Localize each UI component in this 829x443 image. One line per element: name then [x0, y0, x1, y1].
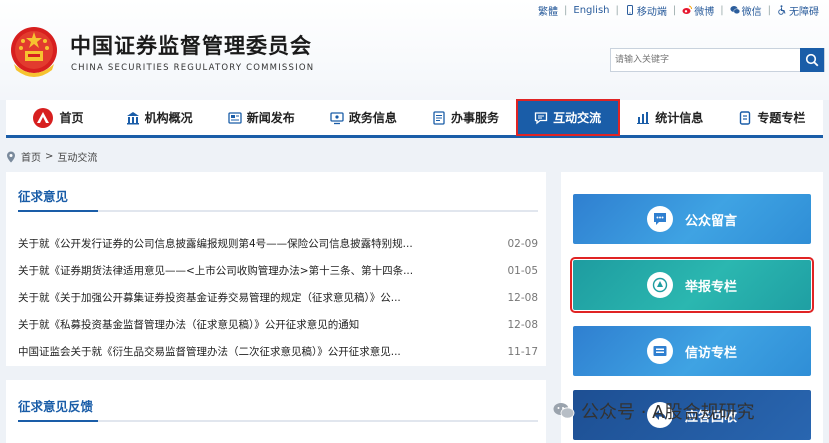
nav-item-services[interactable]: 办事服务: [415, 100, 517, 135]
item-title[interactable]: 关于就《关于加强公开募集证券投资基金证券交易管理的规定（征求意见稿）》公...: [18, 290, 401, 305]
weibo-label: 微博: [694, 6, 715, 18]
search-button[interactable]: [800, 48, 824, 72]
building-icon: [126, 111, 139, 124]
nav-label: 专题专栏: [757, 111, 806, 125]
wechat-icon: [730, 6, 740, 15]
divider: |: [564, 4, 568, 16]
site-title: 中国证券监督管理委员会: [70, 34, 312, 58]
item-title[interactable]: 关于就《公开发行证券的公司信息披露编报规则第4号——保险公司信息披露特别规...: [18, 236, 413, 251]
list-item[interactable]: 关于就《公开发行证券的公司信息披露编报规则第4号——保险公司信息披露特别规...…: [18, 230, 538, 257]
main-nav: 首页 机构概况 新闻发布 政务信息 办事服务 互动交流 统计信息 专题专栏: [6, 99, 823, 138]
monitor-icon: [330, 111, 344, 124]
csrc-logo-icon: [32, 107, 53, 128]
item-date: 11-17: [507, 345, 538, 358]
mobile-label: 移动端: [636, 6, 667, 18]
public-message-button[interactable]: 公众留言: [573, 194, 811, 244]
item-title[interactable]: 中国证监会关于就《衍生品交易监督管理办法（二次征求意见稿）》公开征求意见...: [18, 344, 401, 359]
item-date: 12-08: [507, 318, 538, 331]
wheelchair-icon: [778, 5, 786, 15]
watermark-text: 公众号 · A股合规研究: [581, 402, 755, 423]
nav-item-statistics[interactable]: 统计信息: [619, 100, 721, 135]
nav-label: 统计信息: [655, 111, 704, 125]
weibo-link[interactable]: 微博: [682, 3, 714, 18]
traditional-chinese-link[interactable]: 繁體: [538, 3, 558, 18]
document-icon: [433, 110, 445, 125]
english-link[interactable]: English: [573, 5, 609, 16]
nav-label: 办事服务: [451, 111, 500, 125]
nav-label: 互动交流: [553, 111, 602, 125]
item-date: 01-05: [507, 264, 538, 277]
mobile-link[interactable]: 移动端: [625, 3, 667, 18]
button-label: 信访专栏: [684, 345, 737, 361]
consultation-panel: 征求意见 关于就《公开发行证券的公司信息披露编报规则第4号——保险公司信息披露特…: [6, 172, 546, 366]
nav-item-government-info[interactable]: 政务信息: [312, 100, 414, 135]
divider: |: [720, 4, 724, 16]
feedback-title[interactable]: 征求意见反馈: [18, 396, 93, 415]
nav-item-interaction[interactable]: 互动交流: [515, 99, 620, 136]
breadcrumb: 首页 > 互动交流: [6, 149, 97, 164]
report-column-button[interactable]: 举报专栏: [570, 257, 814, 313]
divider: |: [672, 4, 677, 16]
list-item[interactable]: 中国证监会关于就《衍生品交易监督管理办法（二次征求意见稿）》公开征求意见... …: [18, 338, 538, 365]
item-date: 12-08: [507, 291, 538, 304]
nav-item-home[interactable]: 首页: [6, 100, 108, 135]
search-input[interactable]: [611, 49, 799, 71]
inbox-icon: [646, 338, 673, 364]
nav-item-about[interactable]: 机构概况: [108, 100, 210, 135]
bar-chart-icon: [637, 111, 650, 124]
feedback-panel: 征求意见反馈: [6, 380, 546, 443]
divider: |: [767, 4, 771, 16]
nav-item-news[interactable]: 新闻发布: [210, 100, 312, 135]
accessibility-link[interactable]: 无障碍: [777, 3, 819, 18]
panel-divider: [18, 420, 538, 422]
nav-label: 新闻发布: [246, 111, 295, 125]
button-label: 举报专栏: [684, 279, 737, 295]
location-pin-icon: [7, 151, 15, 162]
search-box: [610, 48, 825, 72]
chat-icon: [535, 111, 548, 124]
petition-column-button[interactable]: 信访专栏: [573, 326, 811, 376]
consultation-title[interactable]: 征求意见: [18, 186, 68, 205]
item-date: 02-09: [507, 237, 538, 250]
nav-label: 机构概况: [144, 111, 193, 125]
wechat-logo-icon: [553, 403, 575, 419]
list-item[interactable]: 关于就《私募投资基金监督管理办法（征求意见稿）》公开征求意见的通知 12-08: [18, 311, 538, 338]
wechat-label: 微信: [741, 6, 762, 18]
nav-label: 首页: [59, 111, 84, 125]
item-title[interactable]: 关于就《私募投资基金监督管理办法（征求意见稿）》公开征求意见的通知: [18, 317, 359, 332]
breadcrumb-current: 互动交流: [57, 153, 98, 164]
list-item[interactable]: 关于就《关于加强公开募集证券投资基金证券交易管理的规定（征求意见稿）》公... …: [18, 284, 538, 311]
emblem-icon: [646, 272, 673, 298]
speech-bubble-icon: [646, 206, 673, 232]
book-icon: [740, 110, 751, 125]
accessibility-label: 无障碍: [789, 6, 819, 18]
divider: |: [615, 4, 619, 16]
weibo-icon: [682, 5, 693, 14]
phone-icon: [626, 5, 633, 15]
breadcrumb-home[interactable]: 首页: [21, 149, 41, 164]
site-header: 中国证券监督管理委员会 CHINA SECURITIES REGULATORY …: [0, 0, 829, 100]
wechat-link[interactable]: 微信: [730, 3, 762, 18]
wechat-watermark: 公众号 · A股合规研究: [553, 397, 754, 425]
nav-item-topics[interactable]: 专题专栏: [721, 100, 823, 135]
button-label: 公众留言: [684, 213, 737, 229]
search-icon: [805, 53, 819, 67]
nav-label: 政务信息: [348, 111, 397, 125]
newspaper-icon: [228, 111, 242, 124]
site-subtitle: CHINA SECURITIES REGULATORY COMMISSION: [71, 63, 315, 73]
breadcrumb-separator: >: [45, 151, 54, 162]
list-item[interactable]: 关于就《证券期货法律适用意见——<上市公司收购管理办法>第十三条、第十四条...…: [18, 257, 538, 284]
national-emblem-icon: [11, 27, 57, 77]
item-title[interactable]: 关于就《证券期货法律适用意见——<上市公司收购管理办法>第十三条、第十四条...: [18, 263, 413, 278]
consultation-list: 关于就《公开发行证券的公司信息披露编报规则第4号——保险公司信息披露特别规...…: [18, 230, 538, 365]
panel-divider: [18, 210, 538, 212]
top-links: 繁體 | English | 移动端 | 微博 | 微信 | 无障碍: [538, 3, 819, 18]
